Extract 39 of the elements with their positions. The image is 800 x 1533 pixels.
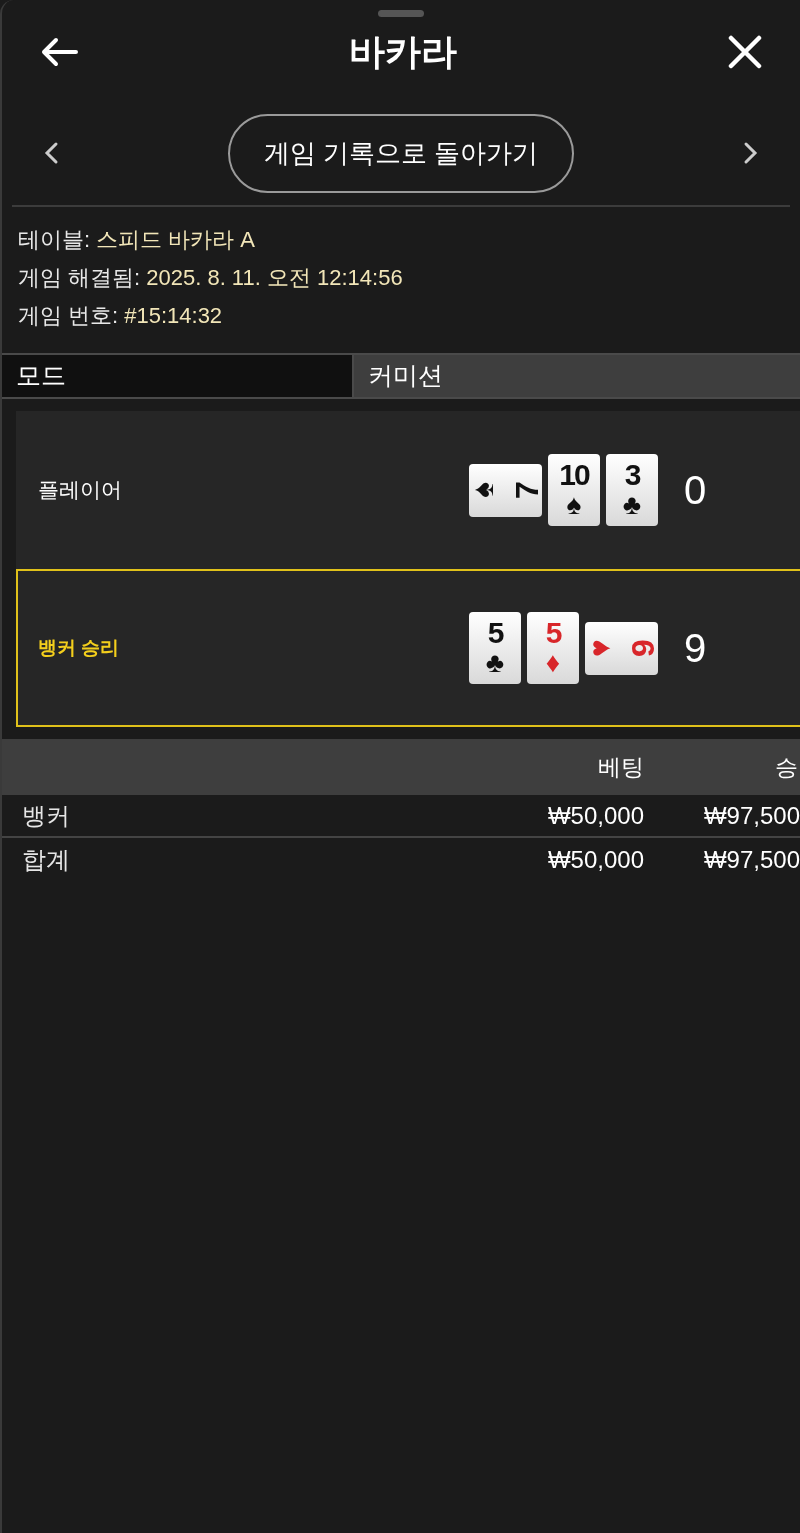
back-to-history-button[interactable]: 게임 기록으로 돌아가기 [227,113,575,193]
card-rank: 3 [624,460,640,490]
hand-score: 0 [684,467,707,514]
mode-value: 커미션 [354,355,800,397]
info-value: #15:14:32 [124,302,223,330]
chevron-right-icon[interactable] [742,141,758,165]
suit-symbol: ♣ [485,648,505,678]
suit-symbol: ♦ [545,648,561,678]
card-rank: 7 [511,481,544,499]
table-cell-text: 뱅커 [21,800,71,831]
info-label: 테이블: [18,226,91,254]
info-label: 게임 번호: [18,302,119,330]
hand-score: 9 [684,625,707,672]
table-cell-text: ₩50,000 [546,844,645,875]
suit-symbol: ♠ [467,482,498,498]
chevron-left-icon[interactable] [44,141,60,165]
suit-symbol: ♠ [566,490,582,520]
card-rank: 5 [545,618,561,648]
close-icon[interactable] [728,35,762,69]
table-cell-text: ₩50,000 [546,800,645,831]
drag-handle[interactable] [378,10,424,17]
back-arrow-icon[interactable] [40,37,78,67]
suit-symbol: ♥ [584,639,615,657]
hand-label: 플레이어 [38,477,123,504]
info-label: 게임 해결됨: [18,264,141,292]
column-header: 베팅 [597,752,645,782]
window-title: 바카라 [349,30,457,74]
table-cell-text: 합계 [21,844,71,875]
mode-label: 모드 [2,355,354,397]
card-rank: 10 [559,460,589,490]
suit-symbol: ♣ [622,490,642,520]
info-value: 2025. 8. 11. 오전 12:14:56 [146,264,403,292]
table-cell-text: ₩97,500 [702,800,800,831]
info-value: 스피드 바카라 A [96,226,256,254]
table-cell-text: ₩97,500 [702,844,800,875]
column-header: 승 [774,752,799,782]
hand-label: 뱅커 승리 [38,635,121,660]
card-rank: 9 [627,639,660,657]
card-rank: 5 [487,618,503,648]
